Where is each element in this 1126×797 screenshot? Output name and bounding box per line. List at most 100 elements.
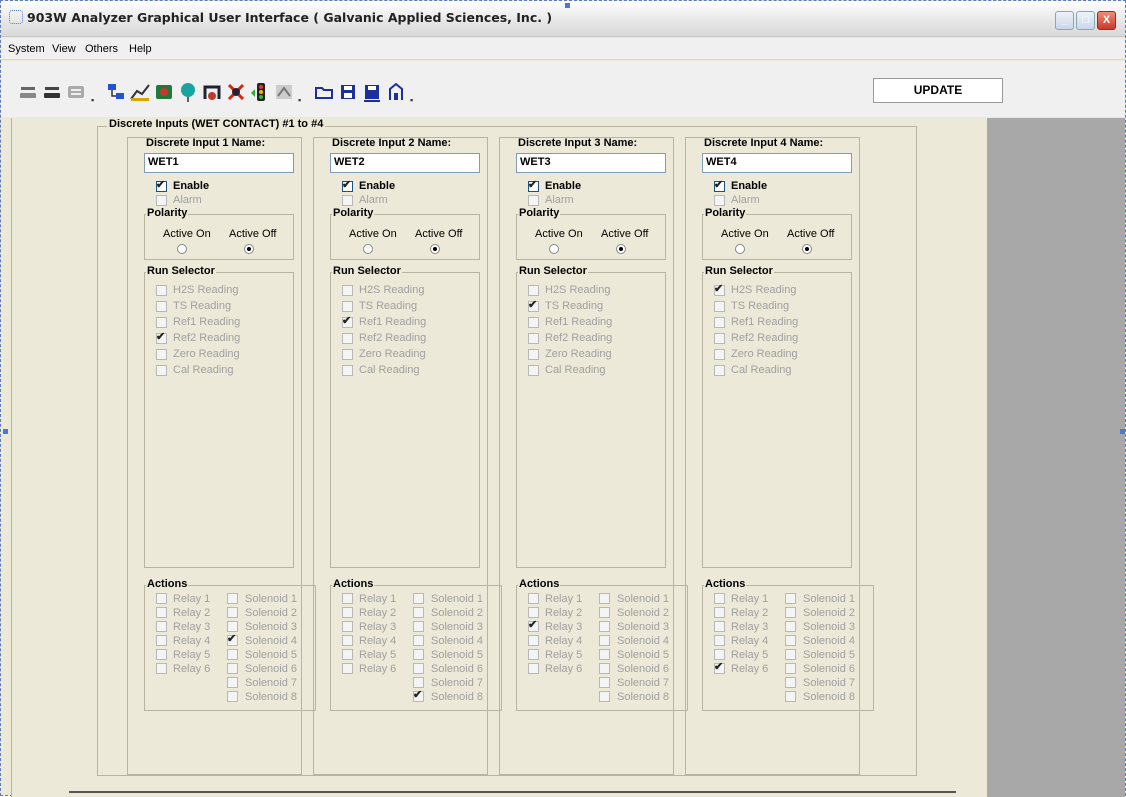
input-4-run-checkbox[interactable]: [714, 349, 725, 360]
input-1-relay-checkbox[interactable]: [156, 663, 167, 674]
input-3-solenoid-checkbox[interactable]: [599, 593, 610, 604]
discrete-input-4-name-field[interactable]: WET4: [702, 153, 852, 173]
save-icon[interactable]: [337, 81, 359, 103]
input-4-relay-checkbox[interactable]: [714, 649, 725, 660]
menu-others[interactable]: Others: [85, 43, 118, 55]
input-3-run-checkbox[interactable]: [528, 285, 539, 296]
input-3-active-off-radio[interactable]: [616, 244, 626, 254]
input-1-relay-checkbox[interactable]: [156, 649, 167, 660]
input-4-solenoid-checkbox[interactable]: [785, 607, 796, 618]
input-4-active-off-radio[interactable]: [802, 244, 812, 254]
input-3-enable-checkbox[interactable]: ✔: [528, 179, 539, 192]
input-1-run-checkbox[interactable]: [156, 365, 167, 376]
input-4-solenoid-checkbox[interactable]: [785, 677, 796, 688]
input-1-run-checkbox[interactable]: [156, 301, 167, 312]
input-2-relay-checkbox[interactable]: [342, 593, 353, 604]
input-3-relay-checkbox[interactable]: [528, 663, 539, 674]
input-3-active-on-radio[interactable]: [549, 244, 559, 254]
input-3-run-checkbox[interactable]: [528, 333, 539, 344]
save-as-icon[interactable]: [361, 81, 383, 103]
input-4-run-checkbox[interactable]: [714, 365, 725, 376]
discrete-input-3-name-field[interactable]: WET3: [516, 153, 666, 173]
input-2-solenoid-checkbox[interactable]: [413, 677, 424, 688]
input-1-run-checkbox[interactable]: [156, 317, 167, 328]
discrete-input-1-name-field[interactable]: WET1: [144, 153, 294, 173]
input-1-solenoid-checkbox[interactable]: [227, 691, 238, 702]
input-1-run-checkbox[interactable]: ✔: [156, 331, 167, 344]
input-3-run-checkbox[interactable]: [528, 365, 539, 376]
input-3-run-checkbox[interactable]: ✔: [528, 299, 539, 312]
input-1-alarm-checkbox[interactable]: [156, 195, 167, 206]
input-4-solenoid-checkbox[interactable]: [785, 649, 796, 660]
input-2-enable-checkbox[interactable]: ✔: [342, 179, 353, 192]
menu-system[interactable]: System: [8, 43, 45, 55]
input-4-run-checkbox[interactable]: [714, 317, 725, 328]
input-2-solenoid-checkbox[interactable]: [413, 635, 424, 646]
input-4-enable-checkbox[interactable]: ✔: [714, 179, 725, 192]
input-4-relay-checkbox[interactable]: ✔: [714, 661, 725, 674]
input-1-solenoid-checkbox[interactable]: [227, 593, 238, 604]
input-2-run-checkbox[interactable]: [342, 349, 353, 360]
input-1-solenoid-checkbox[interactable]: [227, 677, 238, 688]
input-4-solenoid-checkbox[interactable]: [785, 635, 796, 646]
input-3-solenoid-checkbox[interactable]: [599, 691, 610, 702]
input-2-run-checkbox[interactable]: ✔: [342, 315, 353, 328]
input-4-active-on-radio[interactable]: [735, 244, 745, 254]
input-1-relay-checkbox[interactable]: [156, 621, 167, 632]
input-3-solenoid-checkbox[interactable]: [599, 607, 610, 618]
open-folder-icon[interactable]: [313, 81, 335, 103]
resize-handle[interactable]: [3, 429, 8, 434]
input-3-solenoid-checkbox[interactable]: [599, 663, 610, 674]
input-3-run-checkbox[interactable]: [528, 349, 539, 360]
input-4-run-checkbox[interactable]: ✔: [714, 283, 725, 296]
input-2-run-checkbox[interactable]: [342, 333, 353, 344]
network-icon[interactable]: [105, 81, 127, 103]
alarm-icon[interactable]: [225, 81, 247, 103]
input-4-relay-checkbox[interactable]: [714, 607, 725, 618]
input-4-solenoid-checkbox[interactable]: [785, 663, 796, 674]
input-3-solenoid-checkbox[interactable]: [599, 649, 610, 660]
discrete-input-2-name-field[interactable]: WET2: [330, 153, 480, 173]
input-4-relay-checkbox[interactable]: [714, 621, 725, 632]
config-icon[interactable]: [153, 81, 175, 103]
update-button[interactable]: UPDATE: [873, 78, 1003, 103]
input-1-relay-checkbox[interactable]: [156, 607, 167, 618]
input-1-run-checkbox[interactable]: [156, 285, 167, 296]
input-2-solenoid-checkbox[interactable]: [413, 621, 424, 632]
input-4-solenoid-checkbox[interactable]: [785, 621, 796, 632]
close-button[interactable]: X: [1097, 11, 1116, 30]
maximize-button[interactable]: □: [1076, 11, 1095, 30]
input-3-relay-checkbox[interactable]: [528, 635, 539, 646]
input-2-run-checkbox[interactable]: [342, 301, 353, 312]
input-2-relay-checkbox[interactable]: [342, 649, 353, 660]
input-1-solenoid-checkbox[interactable]: [227, 663, 238, 674]
signal-icon[interactable]: [249, 81, 271, 103]
input-2-solenoid-checkbox[interactable]: ✔: [413, 689, 424, 702]
input-2-run-checkbox[interactable]: [342, 285, 353, 296]
input-2-solenoid-checkbox[interactable]: [413, 607, 424, 618]
input-3-solenoid-checkbox[interactable]: [599, 677, 610, 688]
input-3-relay-checkbox[interactable]: [528, 649, 539, 660]
input-1-solenoid-checkbox[interactable]: [227, 621, 238, 632]
input-2-relay-checkbox[interactable]: [342, 663, 353, 674]
input-1-solenoid-checkbox[interactable]: [227, 607, 238, 618]
resize-handle[interactable]: [1120, 429, 1125, 434]
calibrate-icon[interactable]: [273, 81, 295, 103]
input-2-solenoid-checkbox[interactable]: [413, 593, 424, 604]
input-3-relay-checkbox[interactable]: [528, 607, 539, 618]
input-3-relay-checkbox[interactable]: [528, 593, 539, 604]
input-1-active-off-radio[interactable]: [244, 244, 254, 254]
menu-view[interactable]: View: [52, 43, 76, 55]
connect-icon[interactable]: [17, 81, 39, 103]
print-icon[interactable]: [385, 81, 407, 103]
input-3-alarm-checkbox[interactable]: [528, 195, 539, 206]
balloon-icon[interactable]: [177, 81, 199, 103]
menu-help[interactable]: Help: [129, 43, 152, 55]
settings-icon[interactable]: [65, 81, 87, 103]
input-1-active-on-radio[interactable]: [177, 244, 187, 254]
input-4-run-checkbox[interactable]: [714, 301, 725, 312]
input-3-relay-checkbox[interactable]: ✔: [528, 619, 539, 632]
input-1-solenoid-checkbox[interactable]: ✔: [227, 633, 238, 646]
input-3-run-checkbox[interactable]: [528, 317, 539, 328]
input-2-active-on-radio[interactable]: [363, 244, 373, 254]
